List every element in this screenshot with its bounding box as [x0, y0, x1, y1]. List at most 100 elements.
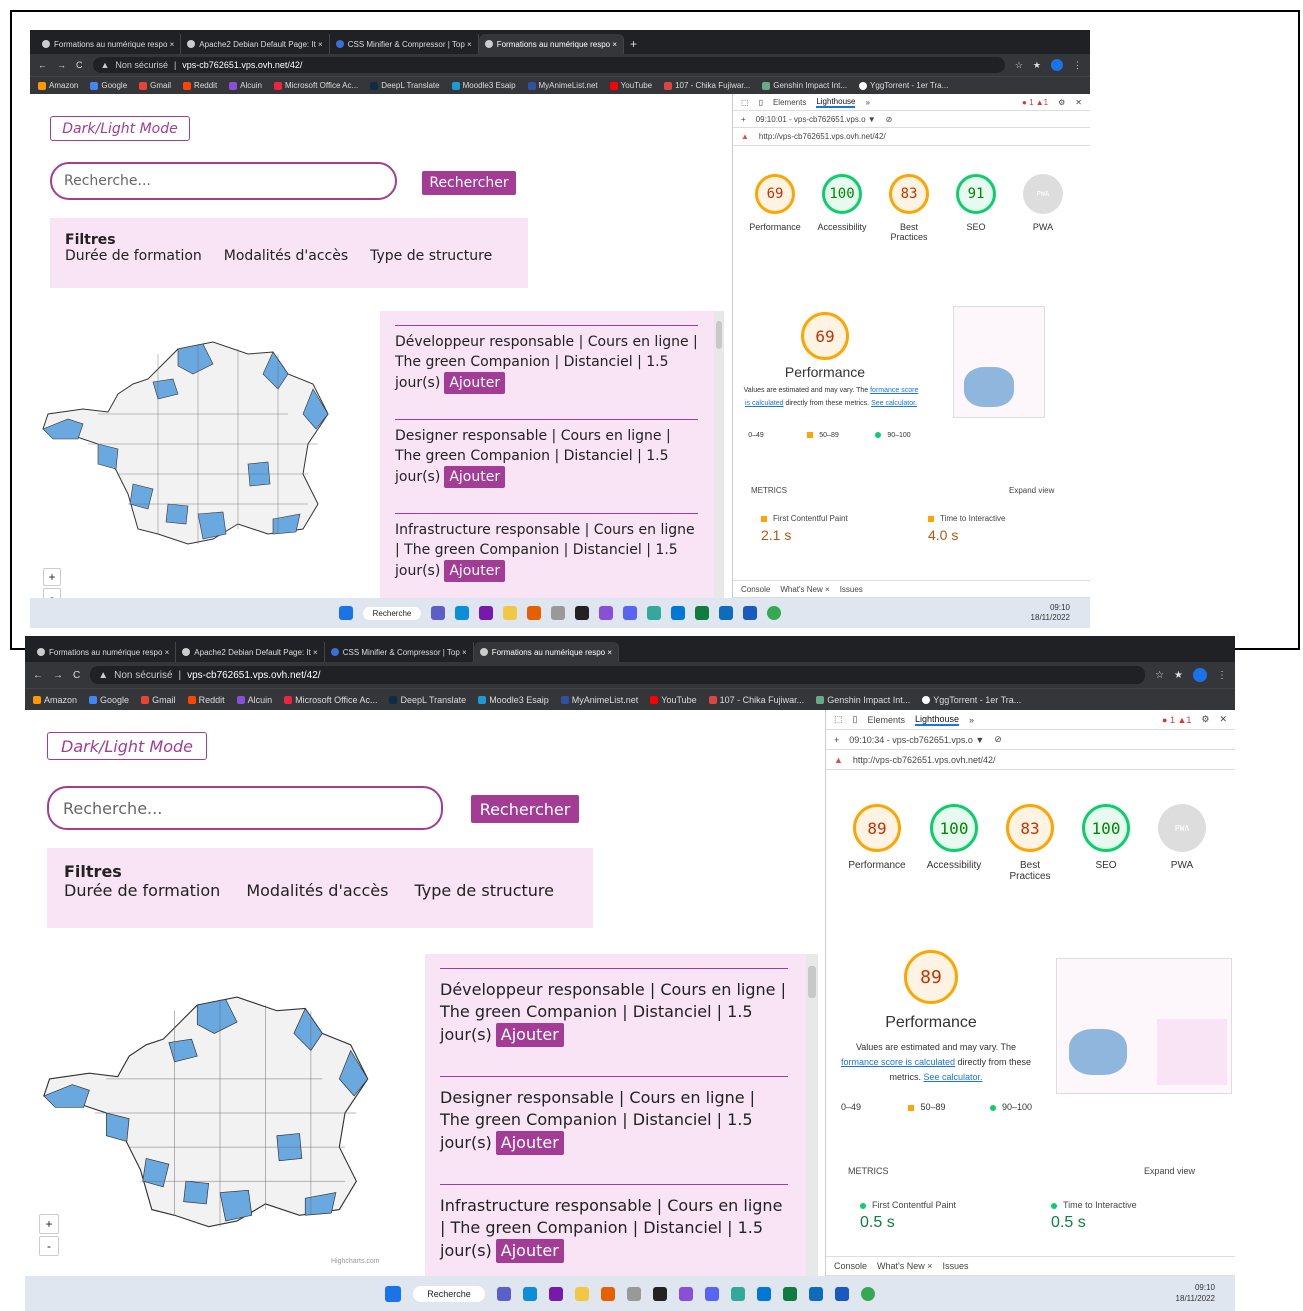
browser-tab[interactable]: CSS Minifier & Compressor | Top ×	[325, 642, 474, 662]
notepad-icon[interactable]	[647, 606, 662, 620]
score-gauge-performance[interactable]: 69	[755, 174, 795, 214]
dark-light-mode-button[interactable]: Dark/Light Mode	[50, 116, 190, 141]
extensions-icon[interactable]: ★	[1174, 670, 1183, 681]
add-icon[interactable]: +	[834, 735, 839, 745]
add-button[interactable]: Ajouter	[444, 372, 506, 394]
extensions-icon[interactable]: ★	[1033, 60, 1041, 71]
filter-access[interactable]: Modalités d'accès	[246, 881, 388, 900]
reload-icon[interactable]: C	[73, 670, 80, 681]
bookmark-deepl[interactable]: DeepL Translate	[370, 81, 440, 90]
app-icon[interactable]	[678, 1286, 693, 1301]
bookmark-youtube[interactable]: YouTube	[650, 695, 697, 705]
score-gauge-best-practices[interactable]: 83	[889, 174, 929, 214]
url-field[interactable]: ▲ Non sécurisé | vps-cb762651.vps.ovh.net/4…	[92, 57, 1005, 73]
tab-lighthouse[interactable]: Lighthouse	[816, 97, 856, 108]
app-icon[interactable]	[626, 1286, 641, 1301]
dark-light-mode-button[interactable]: Dark/Light Mode	[47, 732, 207, 760]
score-gauge-accessibility[interactable]: 100	[822, 174, 862, 214]
errors-badge[interactable]: ● 1 ▲1	[1162, 715, 1191, 725]
france-map[interactable]	[35, 988, 405, 1238]
bookmark-chika[interactable]: 107 - Chika Fujiwar...	[708, 695, 804, 705]
close-icon[interactable]: ✕	[1075, 98, 1082, 107]
bookmark-moodle[interactable]: Moodle3 Esaip	[478, 695, 549, 705]
tab-elements[interactable]: Elements	[773, 98, 806, 107]
taskbar-search[interactable]: Recherche	[362, 606, 422, 620]
browser-tab[interactable]: Apache2 Debian Default Page: It ×	[176, 642, 325, 662]
clear-icon[interactable]: ⊘	[886, 115, 893, 124]
menu-icon[interactable]: ⋮	[1073, 60, 1082, 71]
copilot-icon[interactable]	[496, 1286, 511, 1301]
forward-icon[interactable]: →	[57, 60, 66, 70]
list-scrollbar[interactable]	[714, 311, 724, 601]
add-button[interactable]: Ajouter	[495, 1023, 564, 1047]
clear-icon[interactable]: ⊘	[994, 734, 1002, 745]
back-icon[interactable]: ←	[33, 670, 43, 681]
filter-access[interactable]: Modalités d'accès	[224, 248, 348, 264]
filter-structure[interactable]: Type de structure	[414, 881, 554, 900]
filter-structure[interactable]: Type de structure	[370, 248, 492, 264]
score-gauge-performance[interactable]: 89	[853, 804, 901, 852]
github-icon[interactable]	[652, 1286, 667, 1301]
notepad-icon[interactable]	[730, 1286, 745, 1301]
browser-tab-active[interactable]: Formations au numérique respo ×	[473, 642, 619, 662]
bookmark-google[interactable]: Google	[90, 81, 127, 90]
search-button[interactable]: Rechercher	[422, 171, 516, 195]
start-icon[interactable]	[338, 606, 353, 620]
bookmark-office[interactable]: Microsoft Office Ac...	[273, 81, 358, 90]
bookmark-reddit[interactable]: Reddit	[183, 81, 217, 90]
edge-icon[interactable]	[522, 1286, 537, 1301]
profile-avatar[interactable]	[1051, 59, 1063, 71]
bookmark-alcuin[interactable]: Alcuin	[229, 81, 262, 90]
map-zoom-in-button[interactable]: +	[39, 1214, 59, 1234]
score-gauge-seo[interactable]: 91	[956, 174, 996, 214]
new-tab-button[interactable]: +	[624, 34, 643, 54]
list-scroll-thumb[interactable]	[716, 321, 722, 349]
explorer-icon[interactable]	[574, 1286, 589, 1301]
firefox-icon[interactable]	[600, 1286, 615, 1301]
onenote-icon[interactable]	[548, 1286, 563, 1301]
forward-icon[interactable]: →	[53, 670, 63, 681]
search-button[interactable]: Rechercher	[471, 795, 579, 823]
browser-tab-active[interactable]: Formations au numérique respo ×	[478, 34, 624, 54]
browser-tab[interactable]: Apache2 Debian Default Page: It ×	[181, 34, 330, 54]
bookmark-amazon[interactable]: Amazon	[33, 695, 77, 705]
add-button[interactable]: Ajouter	[444, 466, 506, 488]
firefox-icon[interactable]	[527, 606, 542, 620]
score-gauge-best-practices[interactable]: 83	[1006, 804, 1054, 852]
copilot-icon[interactable]	[431, 606, 446, 620]
word-icon[interactable]	[743, 606, 758, 620]
browser-tab[interactable]: Formations au numérique respo ×	[36, 34, 182, 54]
discord-icon[interactable]	[704, 1286, 719, 1301]
score-gauge-accessibility[interactable]: 100	[930, 804, 978, 852]
score-gauge-seo[interactable]: 100	[1082, 804, 1130, 852]
bookmark-google[interactable]: Google	[89, 695, 129, 705]
bookmark-gmail[interactable]: Gmail	[141, 695, 176, 705]
score-gauge-pwa[interactable]: PWA	[1158, 804, 1206, 852]
bookmark-gmail[interactable]: Gmail	[139, 81, 171, 90]
search-input[interactable]: Recherche...	[47, 786, 443, 830]
france-map[interactable]	[38, 334, 358, 554]
word-icon[interactable]	[834, 1286, 849, 1301]
menu-icon[interactable]: ⋮	[1217, 670, 1227, 681]
bookmark-amazon[interactable]: Amazon	[38, 81, 78, 90]
score-gauge-pwa[interactable]: PWA	[1023, 174, 1063, 214]
url-field[interactable]: ▲ Non sécurisé | vps-cb762651.vps.ovh.net/4…	[90, 666, 1146, 684]
bookmark-moodle[interactable]: Moodle3 Esaip	[451, 81, 516, 90]
clock[interactable]: 09:10 18/11/2022	[1031, 603, 1070, 624]
errors-badge[interactable]: ● 1 ▲1	[1022, 98, 1048, 107]
inspect-icon[interactable]: ⬚	[741, 98, 749, 107]
outlook-icon[interactable]	[808, 1286, 823, 1301]
back-icon[interactable]: ←	[38, 60, 47, 70]
chrome-icon[interactable]	[767, 606, 782, 620]
tab-lighthouse[interactable]: Lighthouse	[915, 714, 960, 726]
github-icon[interactable]	[575, 606, 590, 620]
list-scrollbar[interactable]	[806, 954, 818, 1276]
browser-tab[interactable]: Formations au numérique respo ×	[31, 642, 177, 662]
device-icon[interactable]: ▯	[853, 714, 858, 725]
filter-duration[interactable]: Durée de formation	[65, 248, 202, 264]
discord-icon[interactable]	[623, 606, 638, 620]
vscode-icon[interactable]	[671, 606, 686, 620]
bookmark-office[interactable]: Microsoft Office Ac...	[284, 695, 377, 705]
search-input[interactable]: Recherche...	[50, 162, 397, 200]
vscode-icon[interactable]	[756, 1286, 771, 1301]
